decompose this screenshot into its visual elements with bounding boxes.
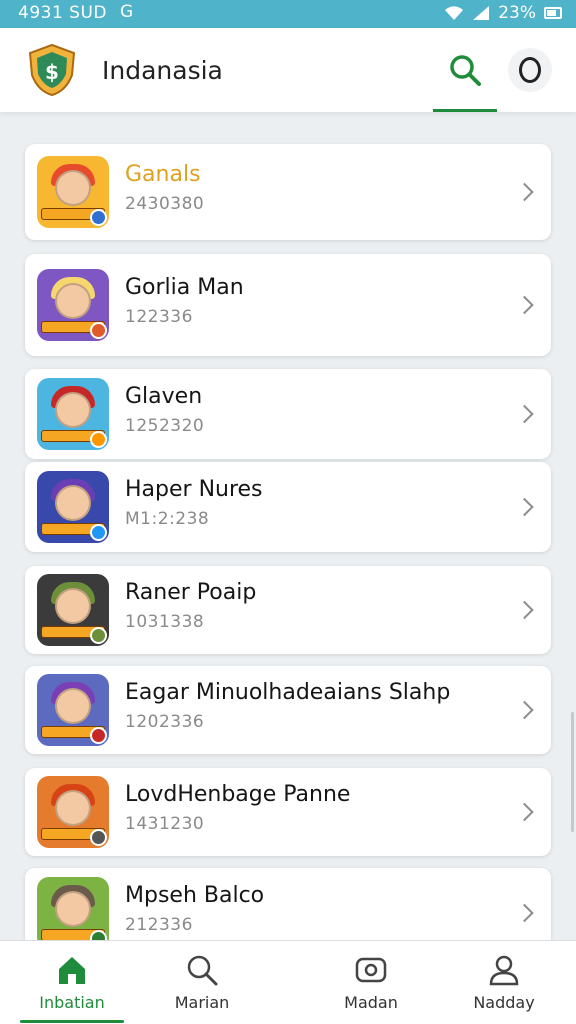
- status-right: 23%: [444, 3, 562, 23]
- chevron-right-icon[interactable]: [515, 497, 534, 517]
- search-icon: [450, 55, 481, 86]
- scrollbar[interactable]: [571, 712, 574, 832]
- item-subtitle: 212336: [125, 915, 193, 935]
- status-time: 4931 SUD: [18, 3, 107, 23]
- platform-badge-icon: [90, 209, 107, 226]
- active-indicator: [20, 1020, 124, 1023]
- platform-badge-icon: [90, 431, 107, 448]
- nav-label-home: Inbatian: [39, 993, 105, 1012]
- game-list[interactable]: Ganals 2430380 Gorlia Man 122336 Glaven 12523…: [0, 112, 576, 940]
- nav-item-games[interactable]: Madan: [299, 941, 443, 1024]
- chevron-right-icon[interactable]: [515, 600, 534, 620]
- bottom-nav: Inbatian Marian Madan Nadday: [0, 940, 576, 1024]
- list-item[interactable]: Gorlia Man 122336: [25, 254, 551, 356]
- item-title: Mpseh Balco: [125, 883, 265, 908]
- item-subtitle: M1:2:238: [125, 509, 210, 529]
- wifi-icon: [445, 6, 464, 20]
- chevron-right-icon[interactable]: [515, 802, 534, 822]
- item-title: Raner Poaip: [125, 580, 257, 605]
- item-subtitle: 1202336: [125, 712, 205, 732]
- platform-badge-icon: [90, 627, 107, 644]
- chevron-right-icon[interactable]: [515, 903, 534, 923]
- game-thumbnail: [37, 269, 109, 341]
- svg-text:$: $: [45, 60, 59, 84]
- gamepad-icon: [355, 957, 387, 983]
- item-title: Eagar Minuolhadeaians Slahp: [125, 680, 451, 705]
- item-subtitle: 1431230: [125, 814, 205, 834]
- battery-percent: 23%: [498, 3, 536, 23]
- platform-badge-icon: [90, 930, 107, 940]
- list-item[interactable]: Eagar Minuolhadeaians Slahp 1202336: [25, 666, 551, 754]
- status-bar: 4931 SUD G 23%: [0, 0, 576, 28]
- list-item[interactable]: Haper Nures M1:2:238: [25, 462, 551, 552]
- platform-badge-icon: [90, 727, 107, 744]
- profile-icon: [489, 955, 519, 986]
- list-item[interactable]: Ganals 2430380: [25, 144, 551, 240]
- item-subtitle: 2430380: [125, 194, 205, 214]
- battery-icon: [544, 7, 562, 19]
- item-subtitle: 1252320: [125, 416, 205, 436]
- home-icon: [59, 957, 85, 984]
- list-item[interactable]: Glaven 1252320: [25, 369, 551, 459]
- platform-badge-icon: [90, 322, 107, 339]
- notification-icon: G: [120, 2, 134, 22]
- item-title: LovdHenbage Panne: [125, 782, 351, 807]
- item-title: Haper Nures: [125, 477, 263, 502]
- nav-label-search: Marian: [174, 993, 230, 1012]
- game-thumbnail: [37, 378, 109, 450]
- item-subtitle: 122336: [125, 307, 193, 327]
- game-thumbnail: [37, 674, 109, 746]
- nav-item-search[interactable]: Marian: [130, 941, 274, 1024]
- chevron-right-icon[interactable]: [515, 182, 534, 202]
- search-icon: [187, 955, 218, 986]
- nav-label-profile: Nadday: [473, 993, 535, 1012]
- nav-item-home[interactable]: Inbatian: [0, 941, 144, 1024]
- chevron-right-icon[interactable]: [515, 404, 534, 424]
- item-title: Glaven: [125, 384, 203, 409]
- nav-item-profile[interactable]: Nadday: [432, 941, 576, 1024]
- search-button[interactable]: [433, 44, 497, 112]
- game-thumbnail: [37, 877, 109, 940]
- platform-badge-icon: [90, 524, 107, 541]
- list-item[interactable]: LovdHenbage Panne 1431230: [25, 768, 551, 856]
- game-thumbnail: [37, 776, 109, 848]
- list-item[interactable]: Raner Poaip 1031338: [25, 566, 551, 654]
- list-item[interactable]: Mpseh Balco 212336: [25, 868, 551, 940]
- chevron-right-icon[interactable]: [515, 700, 534, 720]
- platform-badge-icon: [90, 829, 107, 846]
- chevron-right-icon[interactable]: [515, 295, 534, 315]
- nav-label-games: Madan: [344, 993, 398, 1012]
- item-title: Ganals: [125, 162, 201, 187]
- app-title: Indanasia: [102, 56, 223, 85]
- app-logo-icon: $: [28, 43, 76, 97]
- item-title: Gorlia Man: [125, 275, 244, 300]
- signal-icon: [473, 6, 490, 20]
- account-icon: [519, 57, 541, 83]
- game-thumbnail: [37, 156, 109, 228]
- game-thumbnail: [37, 574, 109, 646]
- app-bar: $ Indanasia: [0, 28, 576, 112]
- item-subtitle: 1031338: [125, 612, 205, 632]
- game-thumbnail: [37, 471, 109, 543]
- account-button[interactable]: [508, 48, 552, 92]
